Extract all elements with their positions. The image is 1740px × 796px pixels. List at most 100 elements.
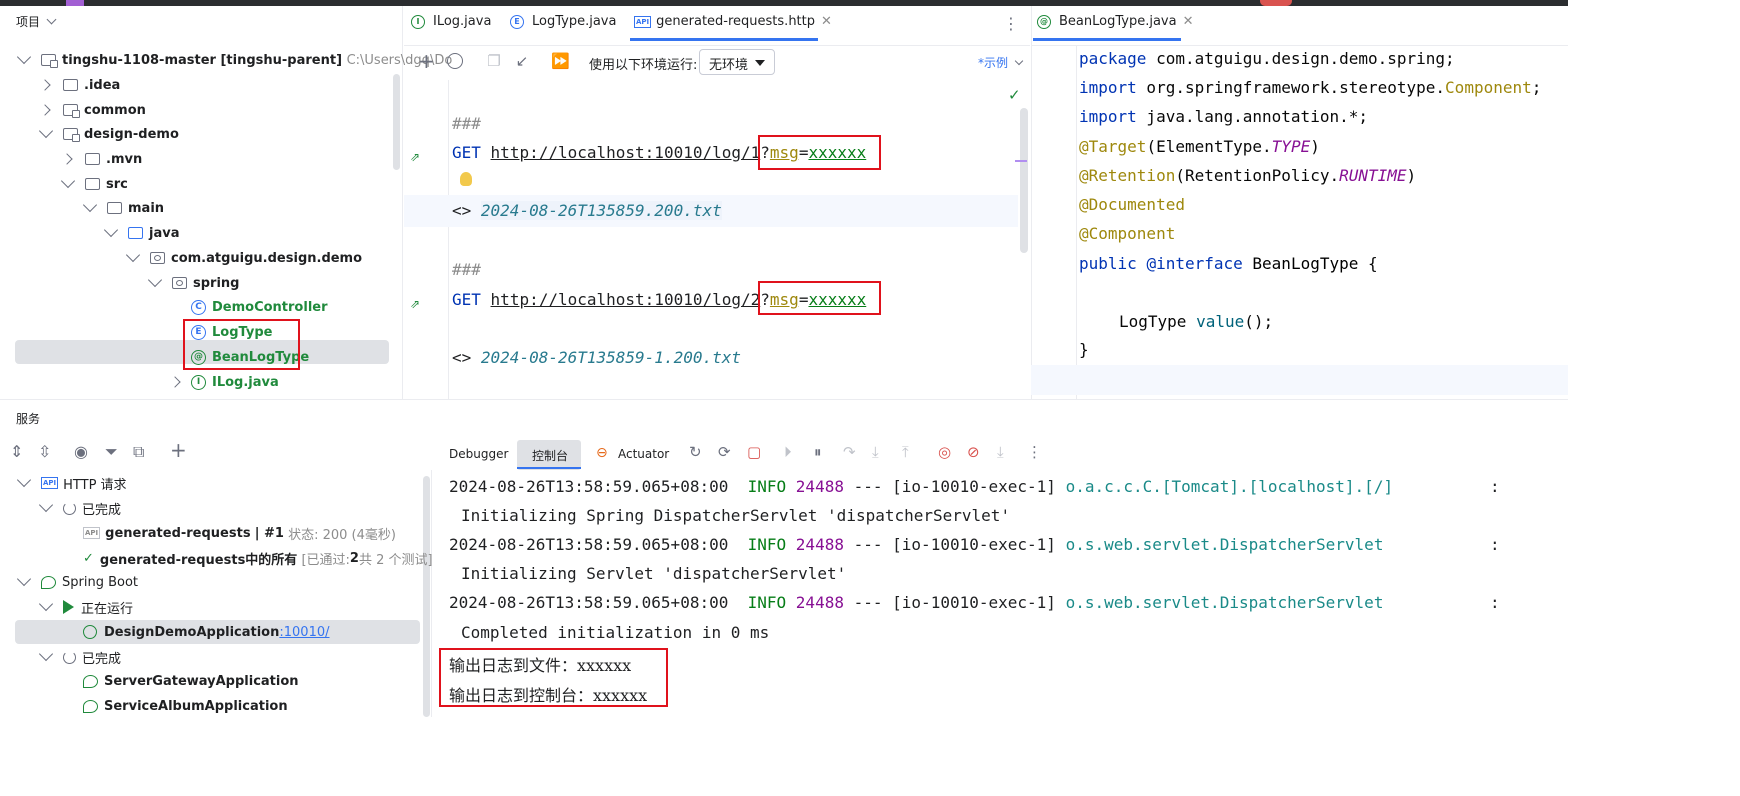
response-file-link[interactable]: 2024-08-26T135859-1.200.txt xyxy=(481,348,741,367)
spring-boot-icon xyxy=(83,699,98,713)
tab-console[interactable]: 控制台 xyxy=(532,447,568,464)
add-service-icon[interactable]: + xyxy=(170,438,187,462)
breakpoints-icon[interactable]: ◎ xyxy=(938,443,951,461)
tab-generated-requests[interactable]: API generated-requests.http ✕ xyxy=(634,14,832,29)
tab-logtype[interactable]: E LogType.java xyxy=(510,14,616,29)
tree-request-1[interactable]: API generated-requests | #1 状态: 200 (4毫秒) xyxy=(83,521,396,545)
tab-ilog[interactable]: I ILog.java xyxy=(411,14,491,29)
project-panel-title[interactable]: 项目 xyxy=(16,13,57,30)
request-separator: ### xyxy=(452,114,481,133)
step-into-icon[interactable]: ⤓ xyxy=(872,443,879,461)
tree-item-common[interactable]: common xyxy=(39,98,146,122)
root-name: tingshu-1108-master xyxy=(62,52,216,68)
more-options-icon[interactable]: ⋮ xyxy=(1003,14,1019,33)
tree-app-gateway[interactable]: ServerGatewayApplication xyxy=(83,669,299,693)
root-qualifier: [tingshu-parent] xyxy=(220,52,343,68)
add-request-icon[interactable]: + xyxy=(418,51,435,71)
tree-item-democontroller[interactable]: C DemoController xyxy=(191,295,328,319)
tree-item-java[interactable]: java xyxy=(103,221,179,245)
tree-root[interactable]: tingshu-1108-master [tingshu-parent] C:\… xyxy=(16,48,452,72)
code-line: @Target(ElementType.TYPE) xyxy=(1079,137,1320,156)
resume-icon[interactable]: ⏵ xyxy=(784,443,792,461)
tree-item-spring[interactable]: spring xyxy=(147,271,239,295)
collapse-all-icon[interactable]: ⇳ xyxy=(38,442,51,461)
spring-boot-icon xyxy=(83,674,98,688)
examples-link[interactable]: *示例 xyxy=(978,54,1024,71)
new-group-icon[interactable]: ⧉ xyxy=(133,442,144,462)
run-request-icon[interactable]: ⇗ xyxy=(410,150,420,164)
tree-request-all[interactable]: ✓ generated-requests中的所有 [已通过: 2共 2 个测试] xyxy=(83,546,433,570)
debug-icon xyxy=(83,625,97,639)
tree-item-design-demo[interactable]: design-demo xyxy=(38,122,179,146)
stop-icon[interactable]: ▢ xyxy=(747,443,761,461)
tree-app-album[interactable]: ServiceAlbumApplication xyxy=(83,694,288,718)
rerun-icon[interactable]: ↻ xyxy=(689,443,702,461)
tree-spring-boot[interactable]: Spring Boot xyxy=(16,570,138,594)
import-icon[interactable]: ↙ xyxy=(514,53,530,69)
code-line: @Documented xyxy=(1079,195,1185,214)
code-line: } xyxy=(1079,340,1089,359)
env-select[interactable]: 无环境 xyxy=(699,49,775,75)
tab-beanlogtype[interactable]: @ BeanLogType.java ✕ xyxy=(1037,14,1193,29)
tree-item-idea[interactable]: .idea xyxy=(39,73,120,97)
chevron-down-icon xyxy=(46,14,57,25)
run-all-icon[interactable]: ⏩ xyxy=(551,53,570,69)
tree-running[interactable]: 正在运行 xyxy=(38,595,133,619)
rerun-debug-icon[interactable]: ⟳ xyxy=(718,443,731,461)
refresh-icon xyxy=(63,501,76,515)
package-icon xyxy=(150,252,165,264)
env-label: 使用以下环境运行: xyxy=(589,58,698,73)
step-over-icon[interactable]: ↷ xyxy=(843,443,856,461)
response-file-link[interactable]: 2024-08-26T135859.200.txt xyxy=(480,201,722,220)
services-scrollbar[interactable] xyxy=(423,476,430,717)
chevron-down-icon xyxy=(125,247,141,263)
download-icon[interactable]: ⤓ xyxy=(997,443,1004,461)
editor-scrollbar[interactable] xyxy=(1020,108,1028,253)
chevron-right-icon xyxy=(61,153,73,165)
expand-all-icon[interactable]: ⇕ xyxy=(10,442,23,461)
tree-app-running[interactable]: DesignDemoApplication:10010/ xyxy=(83,620,330,644)
tree-item-src[interactable]: src xyxy=(60,172,128,196)
scroll-marker xyxy=(1015,160,1027,162)
tree-item-package[interactable]: com.atguigu.design.demo xyxy=(125,246,362,270)
close-icon[interactable]: ✕ xyxy=(821,14,832,29)
enum-icon: E xyxy=(510,14,524,29)
tree-done-http[interactable]: 已完成 xyxy=(38,496,121,520)
module-icon xyxy=(41,54,58,68)
tree-http-requests[interactable]: API HTTP 请求 xyxy=(16,471,127,495)
app-port-link[interactable]: :10010/ xyxy=(279,625,329,640)
tab-actuator[interactable]: Actuator xyxy=(618,447,669,461)
tree-done-spring[interactable]: 已完成 xyxy=(38,645,121,669)
close-icon[interactable]: ✕ xyxy=(1183,14,1194,29)
tree-item-mvn[interactable]: .mvn xyxy=(61,147,142,171)
step-out-icon[interactable]: ⤒ xyxy=(902,443,909,461)
interface-icon: I xyxy=(191,374,206,390)
active-tab-indicator xyxy=(630,38,818,41)
copy-icon[interactable]: ❐ xyxy=(486,53,502,69)
project-scrollbar[interactable] xyxy=(393,74,400,170)
active-tab-indicator xyxy=(517,467,581,469)
mute-breakpoints-icon[interactable]: ⊘ xyxy=(967,443,980,461)
console-colon: : xyxy=(1490,593,1500,612)
console-log-line: 2024-08-26T13:58:59.065+08:00 INFO 24488… xyxy=(449,593,1384,612)
tree-item-ilog[interactable]: I ILog.java xyxy=(169,370,279,394)
response-line-2: <> 2024-08-26T135859-1.200.txt xyxy=(452,348,741,367)
filter-icon[interactable]: ⏷ xyxy=(105,442,118,462)
active-tab-indicator xyxy=(1033,38,1181,41)
api-icon: API xyxy=(83,527,101,539)
history-icon[interactable] xyxy=(447,53,463,69)
console-message: Completed initialization in 0 ms xyxy=(461,623,770,642)
tab-debugger[interactable]: Debugger xyxy=(449,447,508,461)
chevron-right-icon xyxy=(39,104,51,116)
code-line: import java.lang.annotation.*; xyxy=(1079,107,1368,126)
response-line-1: <> 2024-08-26T135859.200.txt xyxy=(452,201,722,220)
more-options-icon[interactable]: ⋮ xyxy=(1027,443,1042,461)
eye-icon[interactable]: ◉ xyxy=(74,442,88,461)
run-request-icon[interactable]: ⇗ xyxy=(410,297,420,311)
tree-item-main[interactable]: main xyxy=(82,196,164,220)
lightbulb-icon[interactable] xyxy=(460,172,472,186)
console-colon: : xyxy=(1490,535,1500,554)
pause-icon[interactable]: ⏸ xyxy=(814,443,822,461)
package-icon xyxy=(172,277,187,289)
api-icon: API xyxy=(634,15,652,28)
